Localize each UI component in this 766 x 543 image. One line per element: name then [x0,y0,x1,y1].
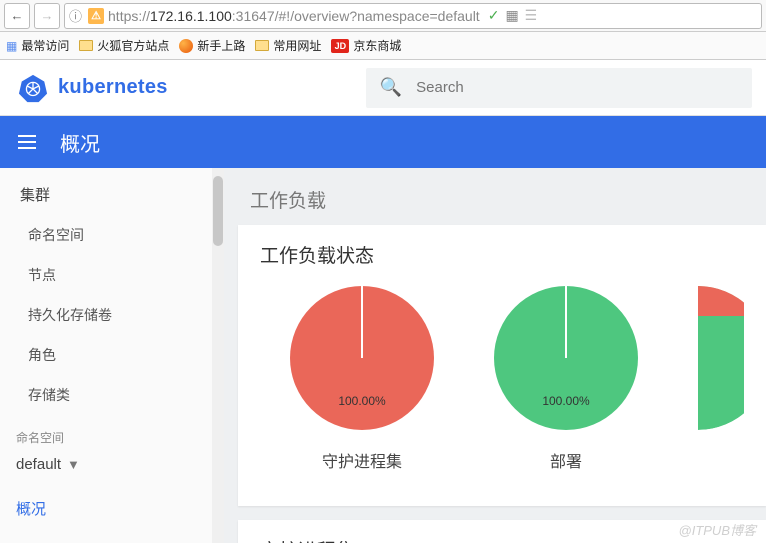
app-header: kubernetes 🔍 [0,60,766,116]
bookmarks-bar: ▦最常访问 火狐官方站点 新手上路 常用网址 JD京东商城 [0,32,766,60]
page-title: 概况 [60,128,100,157]
namespace-selector[interactable]: default ▼ [0,450,224,483]
url-bar[interactable]: ⓘ ⚠ https://172.16.1.100:31647/#!/overvi… [64,3,762,29]
bookmark-firefox-site[interactable]: 火狐官方站点 [79,37,169,54]
scrollbar-thumb[interactable] [213,176,223,246]
bookmark-most-visited[interactable]: ▦最常访问 [6,37,69,54]
pie-caption: 守护进程集 [322,448,402,472]
kubernetes-logo-icon [18,73,48,103]
folder-icon [79,40,93,51]
browser-toolbar: ← → ⓘ ⚠ https://172.16.1.100:31647/#!/ov… [0,0,766,32]
info-icon: ⓘ [69,6,82,25]
sidebar-item-roles[interactable]: 角色 [0,335,224,375]
brand-text: kubernetes [58,76,168,99]
pie-chart: 100.00% [494,286,638,430]
pie-chart: 100.00% [290,286,434,430]
sidebar-item-overview[interactable]: 概况 [0,483,224,533]
url-text: https://172.16.1.100:31647/#!/overview?n… [108,8,480,24]
lock-warning-icon: ⚠ [88,8,104,24]
content-area: 工作负载 工作负载状态 100.00% 守护进程集 10 [224,168,766,543]
reader-icon[interactable]: ☰ [525,7,538,24]
bookmark-common-urls[interactable]: 常用网址 [255,37,321,54]
main-layout: 集群 命名空间 节点 持久化存储卷 角色 存储类 命名空间 default ▼ … [0,168,766,543]
sidebar: 集群 命名空间 节点 持久化存储卷 角色 存储类 命名空间 default ▼ … [0,168,224,543]
card-title: 守护进程集 [260,536,744,543]
namespace-value: default [16,456,61,473]
sidebar-item-workloads[interactable]: 工作负载 [0,533,224,543]
pie-caption: 部署 [550,448,582,472]
folder-icon [255,40,269,51]
card-title: 工作负载状态 [260,241,744,268]
sidebar-item-namespaces[interactable]: 命名空间 [0,215,224,255]
search-box[interactable]: 🔍 [366,68,752,108]
sidebar-item-storageclasses[interactable]: 存储类 [0,375,224,415]
sidebar-item-pv[interactable]: 持久化存储卷 [0,295,224,335]
sidebar-header-cluster: 集群 [0,168,224,215]
jd-icon: JD [331,39,349,53]
bookmark-jd-mall[interactable]: JD京东商城 [331,37,401,54]
pie-daemonsets: 100.00% 守护进程集 [290,286,434,472]
menu-icon[interactable] [18,135,36,149]
firefox-icon [179,39,193,53]
grid-icon: ▦ [6,39,17,53]
pie-partial: 13 [698,286,744,472]
brand[interactable]: kubernetes [0,73,186,103]
section-title-workloads: 工作负载 [224,168,766,225]
pie-chart: 13 [698,286,744,430]
sidebar-scrollbar[interactable] [212,168,224,543]
pie-percentage: 100.00% [338,394,385,408]
shield-icon[interactable]: ✓ [488,7,500,24]
nav-forward-button[interactable]: → [34,3,60,29]
chevron-down-icon: ▼ [67,457,80,472]
search-input[interactable] [416,79,738,96]
search-icon: 🔍 [380,77,402,98]
bookmark-getting-started[interactable]: 新手上路 [179,37,245,54]
qr-icon[interactable]: ▦ [505,7,518,24]
nav-back-button[interactable]: ← [4,3,30,29]
pie-deployments: 100.00% 部署 [494,286,638,472]
card-workload-status: 工作负载状态 100.00% 守护进程集 100.00% [238,225,766,506]
url-right-icons: ✓ ▦ ☰ [480,7,538,24]
watermark: @ITPUB博客 [679,520,756,539]
pie-row: 100.00% 守护进程集 100.00% 部署 [260,282,744,490]
sidebar-item-nodes[interactable]: 节点 [0,255,224,295]
pie-percentage: 100.00% [542,394,589,408]
page-title-bar: 概况 [0,116,766,168]
sidebar-section-namespace: 命名空间 [0,415,224,450]
